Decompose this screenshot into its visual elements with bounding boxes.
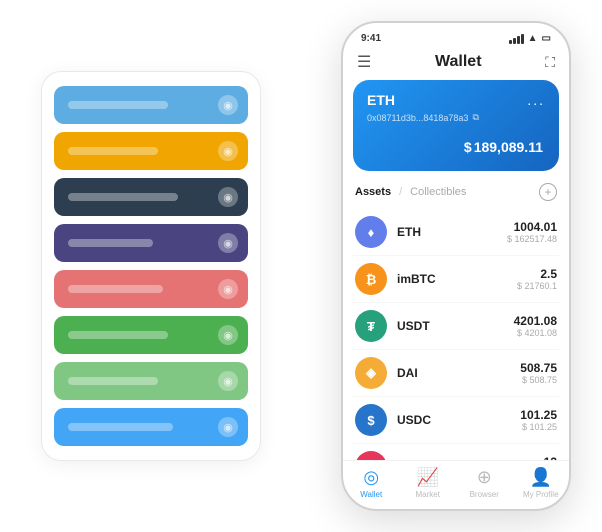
eth-card-address: 0x08711d3b...8418a78a3 ⧉: [367, 112, 545, 123]
phone-content[interactable]: ETH ... 0x08711d3b...8418a78a3 ⧉ $189,08…: [343, 80, 569, 460]
nav-market-label: Market: [416, 490, 440, 499]
asset-usd: $ 4201.08: [514, 328, 557, 338]
tab-divider: /: [399, 186, 402, 198]
asset-usd: $ 162517.48: [507, 234, 557, 244]
card-item[interactable]: ◉: [54, 408, 248, 446]
assets-header: Assets / Collectibles +: [353, 183, 559, 201]
copy-icon[interactable]: ⧉: [472, 112, 478, 123]
card-stack: ◉ ◉ ◉ ◉ ◉ ◉ ◉ ◉: [41, 71, 261, 461]
signal-bars-icon: [509, 34, 524, 44]
signal-bar-1: [509, 40, 512, 44]
scene: ◉ ◉ ◉ ◉ ◉ ◉ ◉ ◉ 9:41 ▲ ▭ ☰ Wallet ⛶: [11, 11, 591, 521]
phone: 9:41 ▲ ▭ ☰ Wallet ⛶ ETH: [341, 21, 571, 511]
asset-name: ETH: [397, 225, 507, 239]
asset-usd: $ 101.25: [520, 422, 557, 432]
nav-wallet-icon: ◎: [363, 467, 379, 488]
status-bar: 9:41 ▲ ▭: [343, 23, 569, 48]
eth-card-title: ETH: [367, 92, 395, 108]
asset-amount: 1004.01: [507, 220, 557, 234]
asset-row[interactable]: ₿ imBTC2.5$ 21760.1: [353, 256, 559, 303]
asset-name: USDT: [397, 319, 514, 333]
battery-icon: ▭: [542, 33, 551, 44]
eth-card[interactable]: ETH ... 0x08711d3b...8418a78a3 ⧉ $189,08…: [353, 80, 559, 171]
nav-browser-icon: ⊕: [477, 467, 492, 488]
nav-my-profile-label: My Profile: [523, 490, 559, 499]
usdt-logo: ₮: [355, 310, 387, 342]
nav-browser-label: Browser: [470, 490, 499, 499]
nav-item-market[interactable]: 📈 Market: [400, 467, 457, 499]
asset-amounts: 508.75$ 508.75: [520, 361, 557, 385]
asset-name: USDC: [397, 413, 520, 427]
eth-card-header: ETH ...: [367, 92, 545, 108]
signal-bar-3: [517, 36, 520, 44]
asset-amount: 4201.08: [514, 314, 557, 328]
nav-wallet-label: Wallet: [360, 490, 382, 499]
tab-collectibles[interactable]: Collectibles: [410, 186, 466, 198]
card-item[interactable]: ◉: [54, 316, 248, 354]
asset-row[interactable]: ₮ USDT4201.08$ 4201.08: [353, 303, 559, 350]
asset-name: DAI: [397, 366, 520, 380]
card-item[interactable]: ◉: [54, 178, 248, 216]
tft-logo: ✦: [355, 451, 387, 460]
eth-logo: ♦: [355, 216, 387, 248]
dai-logo: ◈: [355, 357, 387, 389]
card-item[interactable]: ◉: [54, 362, 248, 400]
card-item[interactable]: ◉: [54, 132, 248, 170]
asset-amount: 2.5: [517, 267, 557, 281]
assets-tabs: Assets / Collectibles: [355, 186, 466, 198]
nav-item-my-profile[interactable]: 👤 My Profile: [513, 467, 570, 499]
nav-item-wallet[interactable]: ◎ Wallet: [343, 467, 400, 499]
usdc-logo: $: [355, 404, 387, 436]
asset-amount: 508.75: [520, 361, 557, 375]
asset-amount: 101.25: [520, 408, 557, 422]
asset-amounts: 101.25$ 101.25: [520, 408, 557, 432]
card-item[interactable]: ◉: [54, 270, 248, 308]
asset-amounts: 2.5$ 21760.1: [517, 267, 557, 291]
asset-usd: $ 21760.1: [517, 281, 557, 291]
bottom-nav: ◎ Wallet 📈 Market ⊕ Browser 👤 My Profile: [343, 460, 569, 509]
page-title: Wallet: [435, 53, 482, 71]
wifi-icon: ▲: [528, 33, 538, 44]
imbtc-logo: ₿: [355, 263, 387, 295]
more-options-icon[interactable]: ...: [527, 92, 545, 108]
status-icons: ▲ ▭: [509, 33, 551, 44]
asset-row[interactable]: ♦ ETH1004.01$ 162517.48: [353, 209, 559, 256]
tab-assets[interactable]: Assets: [355, 186, 391, 198]
asset-amounts: 1004.01$ 162517.48: [507, 220, 557, 244]
eth-card-balance: $189,089.11: [367, 131, 545, 159]
card-item[interactable]: ◉: [54, 86, 248, 124]
signal-bar-4: [521, 34, 524, 44]
phone-header: ☰ Wallet ⛶: [343, 48, 569, 80]
add-asset-button[interactable]: +: [539, 183, 557, 201]
asset-usd: $ 508.75: [520, 375, 557, 385]
asset-name: imBTC: [397, 272, 517, 286]
card-item[interactable]: ◉: [54, 224, 248, 262]
signal-bar-2: [513, 38, 516, 44]
asset-row[interactable]: ◈ DAI508.75$ 508.75: [353, 350, 559, 397]
nav-item-browser[interactable]: ⊕ Browser: [456, 467, 513, 499]
expand-icon[interactable]: ⛶: [545, 54, 555, 71]
nav-my-profile-icon: 👤: [530, 467, 552, 488]
time-label: 9:41: [361, 33, 381, 44]
asset-row[interactable]: ✦TFT130: [353, 444, 559, 460]
asset-list: ♦ ETH1004.01$ 162517.48 ₿ imBTC2.5$ 21760.1…: [353, 209, 559, 460]
nav-market-icon: 📈: [417, 467, 439, 488]
asset-amounts: 4201.08$ 4201.08: [514, 314, 557, 338]
asset-row[interactable]: $ USDC101.25$ 101.25: [353, 397, 559, 444]
menu-icon[interactable]: ☰: [357, 52, 371, 72]
